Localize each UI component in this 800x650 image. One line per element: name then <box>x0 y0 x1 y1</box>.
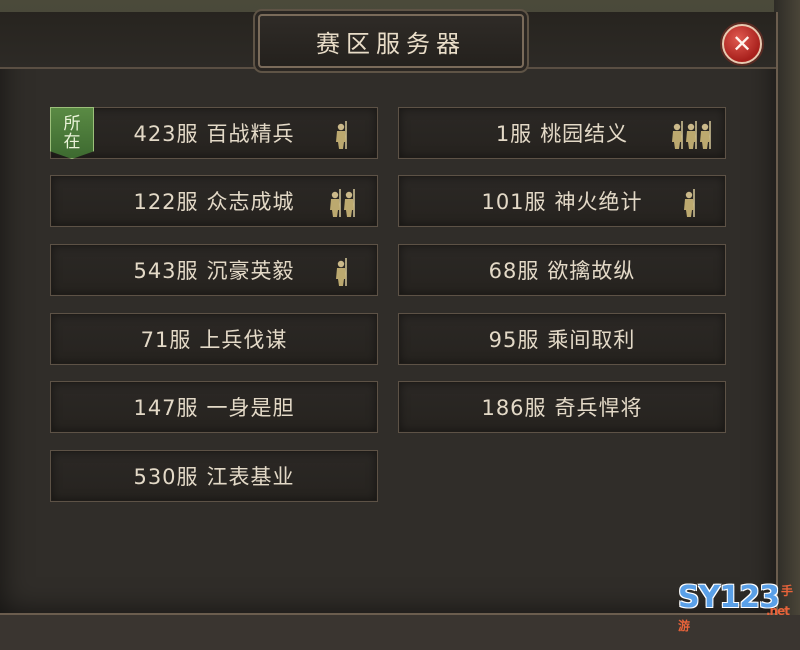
server-name: 乘间取利 <box>547 328 636 352</box>
soldier-icon <box>335 255 349 287</box>
server-number: 122服 <box>133 190 199 214</box>
close-button[interactable]: ✕ <box>722 24 762 64</box>
dialog-title: 赛区服务器 <box>316 29 466 58</box>
server-button-101[interactable]: 101服 神火绝计 <box>398 175 726 227</box>
server-button-186[interactable]: 186服 奇兵悍将 <box>398 381 726 433</box>
server-name: 沉豪英毅 <box>206 259 295 283</box>
server-number: 101服 <box>481 190 547 214</box>
soldier-figure-icon <box>335 257 349 287</box>
soldier-figure-icon <box>683 188 697 218</box>
soldier-figure-icon <box>699 120 713 150</box>
server-button-423[interactable]: 423服 百战精兵 <box>50 107 378 159</box>
soldier-icon <box>329 186 357 218</box>
server-button-68[interactable]: 68服 欲擒故纵 <box>398 244 726 296</box>
badge-line-1: 所 <box>63 114 81 134</box>
server-name: 众志成城 <box>206 190 295 214</box>
soldier-icon <box>683 186 697 218</box>
badge-line-2: 在 <box>63 132 81 152</box>
server-name: 神火绝计 <box>554 190 643 214</box>
soldier-figure-icon <box>685 120 699 150</box>
server-name: 桃园结义 <box>540 122 629 146</box>
server-name: 欲擒故纵 <box>547 259 636 283</box>
soldier-figure-icon <box>335 120 349 150</box>
server-number: 95服 <box>488 328 540 352</box>
server-button-71[interactable]: 71服 上兵伐谋 <box>50 313 378 365</box>
server-button-122[interactable]: 122服 众志成城 <box>50 175 378 227</box>
server-button-543[interactable]: 543服 沉豪英毅 <box>50 244 378 296</box>
site-watermark-logo: SY123 手游 .net <box>678 580 793 633</box>
server-number: 147服 <box>133 396 199 420</box>
server-number: 1服 <box>495 122 533 146</box>
dialog-title-plate: 赛区服务器 <box>258 14 524 68</box>
server-number: 186服 <box>481 396 547 420</box>
soldier-icon <box>671 118 713 150</box>
soldier-figure-icon <box>329 188 343 218</box>
soldier-figure-icon <box>671 120 685 150</box>
server-number: 423服 <box>133 122 199 146</box>
soldier-icon <box>335 118 349 150</box>
server-button-147[interactable]: 147服 一身是胆 <box>50 381 378 433</box>
server-button-1[interactable]: 1服 桃园结义 <box>398 107 726 159</box>
server-name: 上兵伐谋 <box>199 328 288 352</box>
close-icon: ✕ <box>731 30 753 58</box>
server-name: 奇兵悍将 <box>554 396 643 420</box>
server-name: 江表基业 <box>206 465 295 489</box>
server-number: 543服 <box>133 259 199 283</box>
server-button-530[interactable]: 530服 江表基业 <box>50 450 378 502</box>
current-server-badge: 所 在 <box>50 107 94 159</box>
soldier-figure-icon <box>343 188 357 218</box>
server-number: 68服 <box>488 259 540 283</box>
server-name: 百战精兵 <box>206 122 295 146</box>
server-name: 一身是胆 <box>206 396 295 420</box>
server-number: 530服 <box>133 465 199 489</box>
server-button-95[interactable]: 95服 乘间取利 <box>398 313 726 365</box>
server-number: 71服 <box>140 328 192 352</box>
